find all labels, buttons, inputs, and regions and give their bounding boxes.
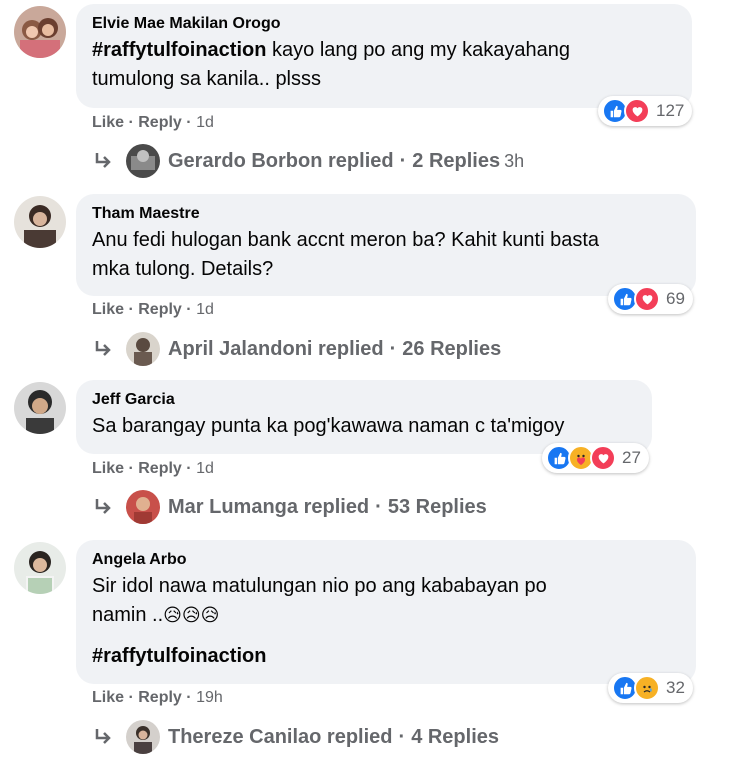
separator: · [186, 460, 192, 477]
view-replies[interactable]: Mar Lumanga replied · 53 Replies [92, 490, 487, 524]
view-replies[interactable]: Gerardo Borbon replied · 2 Replies 3h [92, 144, 524, 178]
separator: · [375, 495, 382, 518]
avatar[interactable] [14, 382, 66, 434]
reply-arrow-icon [95, 341, 111, 356]
reply-avatar [126, 144, 160, 178]
avatar[interactable] [14, 196, 66, 248]
separator: · [186, 114, 192, 131]
reaction-summary[interactable]: 127 [598, 96, 693, 126]
hashtag-link[interactable]: #raffytulfoinaction [92, 39, 266, 61]
reply-count: 26 Replies [402, 337, 502, 360]
comment-actions: Like · Reply · 1d [92, 460, 214, 478]
separator: · [186, 301, 192, 318]
comment-bubble: Elvie Mae Makilan Orogo #raffytulfoinact… [76, 4, 692, 108]
comment-actions: Like · Reply · 1d [92, 301, 214, 319]
reply-avatar [126, 720, 160, 754]
comment-text: #raffytulfoinaction kayo lang po ang my … [92, 36, 676, 94]
like-link[interactable]: Like [92, 460, 124, 477]
separator: · [128, 689, 134, 706]
avatar[interactable] [14, 542, 66, 594]
comment-text-line: namin .. [92, 604, 164, 626]
comment-actions: Like · Reply · 19h [92, 689, 223, 707]
reply-arrow-icon [95, 153, 111, 168]
comment-author[interactable]: Jeff Garcia [92, 390, 636, 410]
reply-author: Thereze Canilao replied [168, 725, 393, 748]
comment-time[interactable]: 1d [196, 460, 214, 477]
reaction-summary[interactable]: 27 [542, 443, 649, 473]
hashtag-link[interactable]: #raffytulfoinaction [92, 642, 680, 671]
comment-time[interactable]: 1d [196, 114, 214, 131]
comment-bubble: Angela Arbo Sir idol nawa matulungan nio… [76, 540, 696, 684]
reaction-count: 69 [666, 289, 685, 308]
comment-text-line: Sir idol nawa matulungan nio po ang kaba… [92, 575, 547, 597]
comment-text: Sa barangay punta ka pog'kawawa naman c … [92, 412, 636, 441]
reply-count: 53 Replies [387, 495, 487, 518]
avatar[interactable] [14, 6, 66, 58]
comment-text: Anu fedi hulogan bank accnt meron ba? Ka… [92, 226, 680, 284]
reply-author: Gerardo Borbon replied [168, 149, 394, 172]
view-replies[interactable]: April Jalandoni replied · 26 Replies [92, 332, 501, 366]
reaction-count: 127 [656, 101, 685, 120]
reply-arrow-icon [95, 729, 111, 744]
comment-author[interactable]: Elvie Mae Makilan Orogo [92, 14, 676, 34]
reply-link[interactable]: Reply [138, 114, 182, 131]
sad-icon [634, 675, 660, 701]
love-icon [624, 98, 650, 124]
love-icon [634, 286, 660, 312]
separator: · [398, 725, 406, 748]
view-replies[interactable]: Thereze Canilao replied · 4 Replies [92, 720, 499, 754]
reply-time: 3h [504, 150, 525, 171]
separator: · [399, 149, 407, 172]
comment-actions: Like · Reply · 1d [92, 114, 214, 132]
reply-link[interactable]: Reply [138, 301, 182, 318]
comment-text-line: tumulong sa kanila.. plsss [92, 68, 322, 90]
sad-emoji: 😥😥😥 [163, 605, 220, 626]
comment-author[interactable]: Tham Maestre [92, 204, 680, 224]
love-icon [590, 445, 616, 471]
reply-author: Mar Lumanga replied [168, 495, 370, 518]
reaction-summary[interactable]: 69 [608, 284, 693, 314]
separator: · [389, 337, 397, 360]
comment-author[interactable]: Angela Arbo [92, 550, 680, 570]
comment-text-line: kayo lang po ang my kakayahang [272, 39, 570, 61]
separator: · [186, 689, 192, 706]
comment-time[interactable]: 19h [196, 689, 223, 706]
reply-link[interactable]: Reply [138, 460, 182, 477]
like-link[interactable]: Like [92, 301, 124, 318]
reply-link[interactable]: Reply [138, 689, 182, 706]
separator: · [128, 460, 134, 477]
comment-text-line: mka tulong. Details? [92, 258, 274, 280]
comment-text: Sir idol nawa matulungan nio po ang kaba… [92, 572, 680, 630]
reply-author: April Jalandoni replied [168, 337, 384, 360]
comment-time[interactable]: 1d [196, 301, 214, 318]
separator: · [128, 301, 134, 318]
comment-text-line: Sa barangay punta ka pog'kawawa naman c … [92, 415, 565, 437]
comment-text-line: Anu fedi hulogan bank accnt meron ba? Ka… [92, 229, 600, 251]
reply-avatar [126, 490, 160, 524]
like-link[interactable]: Like [92, 689, 124, 706]
like-link[interactable]: Like [92, 114, 124, 131]
reply-count: 2 Replies [412, 149, 501, 172]
reply-avatar [126, 332, 160, 366]
reaction-summary[interactable]: 32 [608, 673, 693, 703]
separator: · [128, 114, 134, 131]
reply-arrow-icon [95, 499, 111, 514]
reply-count: 4 Replies [411, 725, 500, 748]
reaction-count: 27 [622, 448, 641, 467]
comment-bubble: Tham Maestre Anu fedi hulogan bank accnt… [76, 194, 696, 296]
reaction-count: 32 [666, 678, 685, 697]
